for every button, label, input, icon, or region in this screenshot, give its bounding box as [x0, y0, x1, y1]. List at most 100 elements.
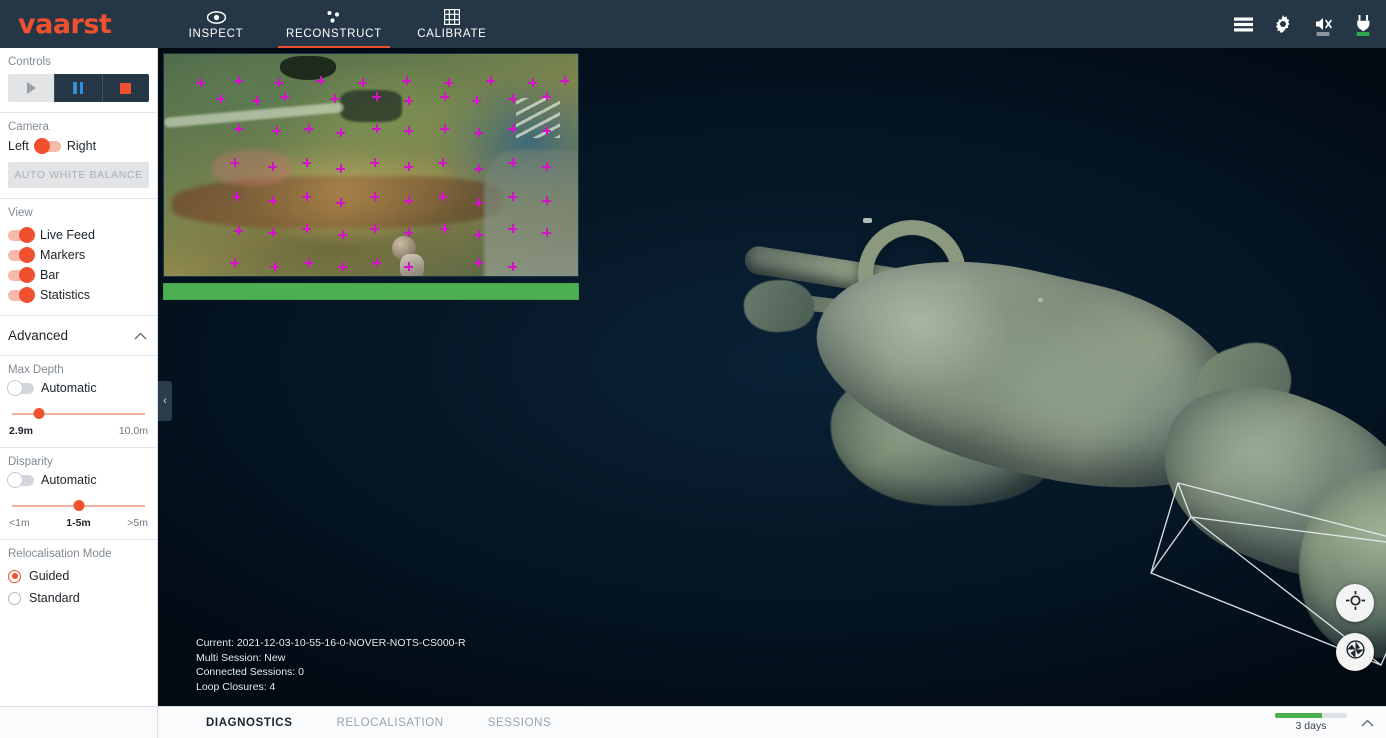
max-depth-auto-switch[interactable]	[7, 380, 34, 396]
feature-marker	[268, 196, 277, 205]
max-depth-auto-label: Automatic	[41, 381, 97, 395]
feature-marker	[542, 228, 551, 237]
disparity-slider[interactable]	[12, 499, 145, 513]
view-toggle-markers[interactable]: Markers	[8, 245, 149, 265]
reconstruction-viewport[interactable]: ‹ Current: 2021-12-03-10-55-16-0-NOVER-N…	[158, 48, 1386, 706]
view-toggle-live-feed[interactable]: Live Feed	[8, 225, 149, 245]
feature-marker	[404, 162, 413, 171]
pause-button[interactable]	[54, 74, 102, 102]
expand-panel-chevron-up-icon[interactable]	[1357, 716, 1378, 730]
max-depth-value: 2.9m	[9, 425, 33, 437]
feature-marker	[230, 158, 239, 167]
tab-reconstruct[interactable]: RECONSTRUCT	[272, 0, 396, 48]
camera-section: Camera Left Right AUTO WHITE BALANCE	[0, 113, 157, 199]
feature-marker	[316, 76, 325, 85]
max-depth-auto-row[interactable]: Automatic	[7, 380, 149, 396]
disparity-max-label: >5m	[127, 517, 148, 529]
tab-relocalisation[interactable]: RELOCALISATION	[336, 717, 443, 729]
storage-progress-bar	[1275, 713, 1347, 718]
bar-label: Bar	[40, 268, 60, 282]
tab-reconstruct-label: RECONSTRUCT	[286, 27, 382, 40]
feature-marker	[330, 94, 339, 103]
play-icon	[26, 82, 36, 94]
tab-sessions[interactable]: SESSIONS	[488, 717, 552, 729]
radio-standard-icon[interactable]	[8, 591, 21, 605]
feature-marker	[474, 230, 483, 239]
reconstruction-progress-bar	[163, 283, 579, 300]
gear-icon[interactable]	[1272, 10, 1294, 38]
max-depth-slider-knob[interactable]	[33, 408, 45, 419]
bottom-bar-sidebar-spacer	[0, 707, 158, 738]
feature-marker	[438, 192, 447, 201]
feature-marker	[234, 76, 243, 85]
status-current-session: Current: 2021-12-03-10-55-16-0-NOVER-NOT…	[196, 637, 466, 649]
feature-marker	[234, 226, 243, 235]
feed-seabed	[484, 150, 578, 276]
point-cloud-icon	[325, 9, 342, 26]
status-multi-session: Multi Session: New	[196, 651, 286, 664]
sidebar-collapse-handle[interactable]: ‹	[158, 381, 172, 421]
disparity-value: 1-5m	[66, 517, 91, 529]
feature-marker	[508, 192, 517, 201]
feature-marker	[440, 124, 449, 133]
bottom-bar: DIAGNOSTICS RELOCALISATION SESSIONS 3 da…	[0, 706, 1386, 738]
camera-side-toggle[interactable]	[33, 138, 61, 154]
feature-marker	[404, 196, 413, 205]
feature-marker	[474, 128, 483, 137]
relocalisation-option-guided[interactable]: Guided	[8, 565, 149, 587]
feature-marker	[304, 258, 313, 267]
feature-marker	[302, 192, 311, 201]
mesh-left-arm	[741, 276, 817, 336]
disparity-slider-knob[interactable]	[73, 500, 84, 511]
feature-marker	[372, 124, 381, 133]
left-sidebar: Controls Camera Left Right AUTO WHITE BA…	[0, 48, 158, 706]
tab-calibrate[interactable]: CALIBRATE	[396, 0, 508, 48]
feature-marker	[508, 158, 517, 167]
feature-marker	[336, 164, 345, 173]
stop-button[interactable]	[101, 74, 149, 102]
power-plug-icon[interactable]	[1352, 10, 1374, 38]
feature-marker	[370, 224, 379, 233]
advanced-section-header[interactable]: Advanced	[0, 316, 157, 356]
capture-button[interactable]	[1336, 633, 1374, 671]
tab-diagnostics[interactable]: DIAGNOSTICS	[206, 717, 292, 729]
feature-marker	[542, 92, 551, 101]
auto-white-balance-button[interactable]: AUTO WHITE BALANCE	[8, 162, 149, 188]
disparity-auto-switch[interactable]	[7, 472, 34, 488]
bar-switch[interactable]	[8, 267, 35, 283]
list-icon[interactable]	[1232, 10, 1254, 38]
speaker-muted-icon[interactable]	[1312, 10, 1334, 38]
view-toggle-bar[interactable]: Bar	[8, 265, 149, 285]
live-feed-switch[interactable]	[8, 227, 35, 243]
statistics-switch[interactable]	[8, 287, 35, 303]
view-toggle-statistics[interactable]: Statistics	[8, 285, 149, 305]
play-button[interactable]	[8, 74, 55, 102]
feature-marker	[440, 92, 449, 101]
advanced-title: Advanced	[8, 328, 69, 343]
radio-guided-icon[interactable]	[8, 569, 21, 583]
recenter-view-button[interactable]	[1336, 584, 1374, 622]
feature-marker	[372, 92, 381, 101]
disparity-min-label: <1m	[9, 517, 30, 529]
live-feed-panel[interactable]	[163, 53, 579, 277]
feature-marker	[280, 92, 289, 101]
feature-marker	[270, 262, 279, 271]
disparity-auto-row[interactable]: Automatic	[7, 472, 149, 488]
tab-inspect[interactable]: INSPECT	[160, 0, 272, 48]
camera-right-label: Right	[66, 139, 97, 153]
feed-coral-patch	[212, 150, 292, 186]
relocalisation-section: Relocalisation Mode Guided Standard	[0, 540, 157, 619]
brand-logo: vaarst	[18, 8, 112, 40]
feature-marker	[252, 96, 261, 105]
disparity-auto-label: Automatic	[41, 473, 97, 487]
aperture-icon	[1345, 640, 1365, 664]
max-depth-slider[interactable]	[12, 407, 145, 421]
feature-marker	[302, 158, 311, 167]
relocalisation-option-standard[interactable]: Standard	[8, 587, 149, 609]
feature-marker	[402, 76, 411, 85]
camera-title: Camera	[8, 121, 49, 133]
feature-marker	[542, 196, 551, 205]
feed-shadow-patch	[340, 90, 402, 122]
markers-switch[interactable]	[8, 247, 35, 263]
feature-marker	[474, 258, 483, 267]
